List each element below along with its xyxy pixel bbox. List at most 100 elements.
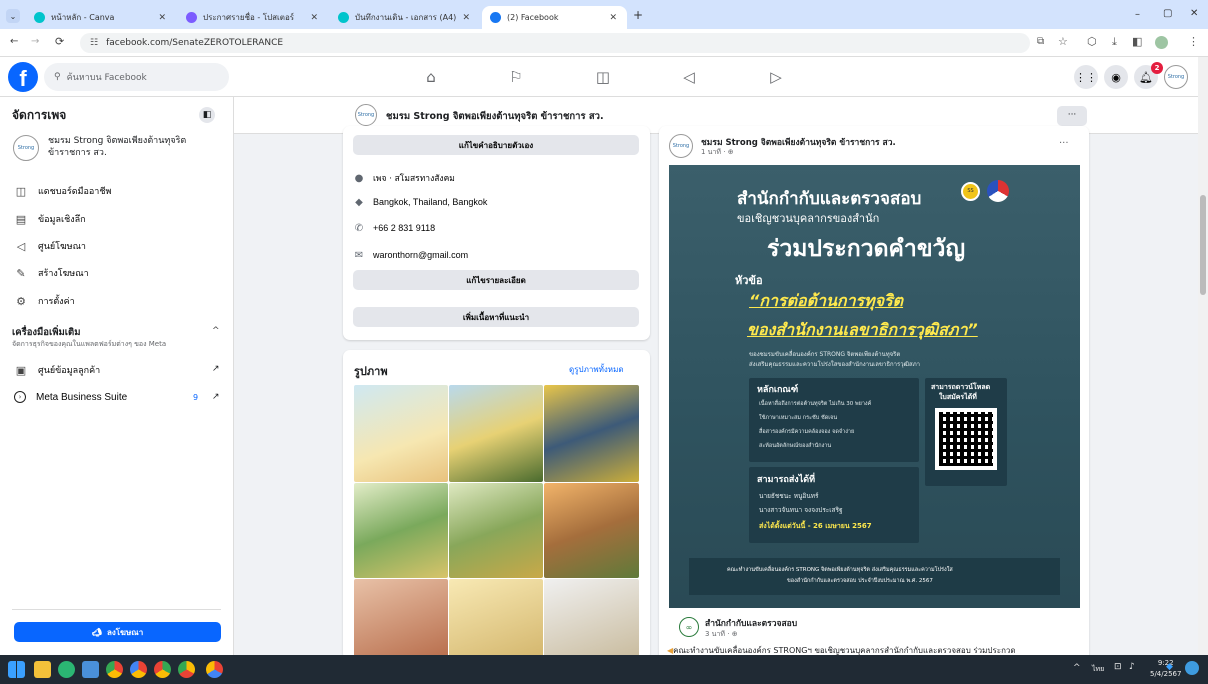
photo-thumbnail[interactable] xyxy=(354,385,448,482)
criteria-item: สะท้อนอัตลักษณ์ของสำนักงาน xyxy=(759,443,832,449)
page-avatar[interactable]: Strong xyxy=(355,104,377,126)
deadline-text: ส่งได้ตั้งแต่วันนี้ - 26 เมษายน 2567 xyxy=(759,522,872,530)
sidebar-item-insights[interactable]: ▤ ข้อมูลเชิงลึก xyxy=(14,212,86,226)
browser-tab-poster[interactable]: ประกาศรายชื่อ - โปสเตอร์ ✕ xyxy=(178,6,328,29)
home-nav-icon[interactable]: ⌂ xyxy=(420,66,442,88)
sidebar-item-ad-center[interactable]: ◁ ศูนย์โฆษณา xyxy=(14,239,86,253)
promote-button[interactable]: 📣︎ ลงโฆษณา xyxy=(14,622,221,642)
shared-avatar[interactable]: ∞ xyxy=(679,617,699,637)
browser-menu-icon[interactable]: ⋮ xyxy=(1188,35,1199,48)
menu-grid-icon[interactable]: ⋮⋮ xyxy=(1074,65,1098,89)
page-avatar[interactable]: Strong xyxy=(13,135,39,161)
profile-icon[interactable] xyxy=(1155,36,1168,49)
messenger-icon[interactable]: ◉ xyxy=(1104,65,1128,89)
shared-author[interactable]: สำนักกำกับและตรวจสอบ xyxy=(705,616,797,630)
flag-nav-icon[interactable]: ⚐ xyxy=(505,66,527,88)
page-name[interactable]: ชมรม Strong จิตพอเพียงต้านทุจริต ข้าราชก… xyxy=(48,135,186,159)
back-icon[interactable]: ← xyxy=(10,36,18,47)
add-featured-button[interactable]: เพิ่มเนื้อหาที่แนะนำ xyxy=(353,307,639,327)
chrome-icon[interactable] xyxy=(106,661,123,678)
page-name-line1: ชมรม Strong จิตพอเพียงต้านทุจริต xyxy=(48,136,187,146)
edit-details-button[interactable]: แก้ไขรายละเอียด xyxy=(353,270,639,290)
file-explorer-icon[interactable] xyxy=(34,661,51,678)
browser-tab-facebook[interactable]: (2) Facebook ✕ xyxy=(482,6,627,29)
download-box: สามารถดาวน์โหลด ใบสมัครได้ที่ xyxy=(925,378,1007,486)
photo-thumbnail[interactable] xyxy=(354,483,448,578)
restore-icon[interactable]: ▢ xyxy=(1163,8,1172,19)
post-poster-image[interactable]: สำนักกำกับและตรวจสอบ SS ขอเชิญชวนบุคลากร… xyxy=(669,165,1080,608)
see-all-photos-link[interactable]: ดูรูปภาพทั้งหมด xyxy=(569,363,624,376)
close-tab-icon[interactable]: ✕ xyxy=(310,13,318,23)
page-avatar[interactable]: Strong xyxy=(1164,65,1188,89)
photo-thumbnail[interactable] xyxy=(449,483,543,578)
page-scrollbar[interactable] xyxy=(1198,57,1208,655)
store-icon[interactable] xyxy=(82,661,99,678)
forward-icon[interactable]: → xyxy=(31,36,39,47)
site-info-icon[interactable]: ☷ xyxy=(90,38,98,48)
tray-chevron-icon[interactable]: ^ xyxy=(1073,663,1081,673)
address-bar[interactable]: ☷ facebook.com/SenateZEROTOLERANCE xyxy=(80,33,1030,53)
search-placeholder: ค้นหาบน Facebook xyxy=(66,73,147,83)
sidebar-item-dashboard[interactable]: ◫ แดชบอร์ดมืออาชีพ xyxy=(14,184,112,198)
page-avatar[interactable]: Strong xyxy=(669,134,693,158)
photo-thumbnail[interactable] xyxy=(354,579,448,660)
dashboard-icon: ◫ xyxy=(15,184,27,198)
qr-code-icon[interactable] xyxy=(935,408,997,470)
video-nav-icon[interactable]: ▷ xyxy=(765,66,787,88)
chrome-profile-icon[interactable] xyxy=(178,661,195,678)
photo-thumbnail[interactable] xyxy=(449,385,543,482)
phone-text: +66 2 831 9118 xyxy=(373,223,436,233)
photo-thumbnail[interactable] xyxy=(544,385,639,482)
globe-icon: ⊕ xyxy=(731,630,738,638)
chrome-profile-icon[interactable] xyxy=(130,661,147,678)
photo-thumbnail[interactable] xyxy=(544,483,639,578)
collapse-sidebar-icon[interactable]: ◧ xyxy=(199,107,215,123)
extensions-icon[interactable]: ⬡ xyxy=(1087,35,1097,48)
sidebar-item-create-ad[interactable]: ✎ สร้างโฆษณา xyxy=(14,266,88,280)
notification-center-icon[interactable]: ◆ xyxy=(1166,662,1173,672)
weather-icon[interactable] xyxy=(1185,661,1199,675)
browser-tab-bar: ⌄ หน้าหลัก - Canva ✕ ประกาศรายชื่อ - โปส… xyxy=(0,0,1208,29)
photo-thumbnail[interactable] xyxy=(544,579,639,660)
volume-icon[interactable]: ♪ xyxy=(1129,662,1135,672)
edge-browser-icon[interactable] xyxy=(58,661,75,678)
close-window-icon[interactable]: ✕ xyxy=(1190,8,1198,19)
insights-nav-icon[interactable]: ◫ xyxy=(592,66,614,88)
senate-emblem-icon xyxy=(987,180,1009,202)
windows-taskbar: ^ ไทย ⊡ ♪ 9:22 5/4/2567 ◆ xyxy=(0,655,1208,684)
browser-tab-canva-home[interactable]: หน้าหลัก - Canva ✕ xyxy=(26,6,176,29)
download-icon[interactable]: ⤓ xyxy=(1112,35,1117,49)
criteria-item: เนื้อหาสื่อถึงการต่อต้านทุจริต ไม่เกิน 3… xyxy=(759,401,872,407)
sidebar-item-customer-info[interactable]: ▣ ศูนย์ข้อมูลลูกค้า xyxy=(14,363,100,377)
photo-thumbnail[interactable] xyxy=(449,579,543,660)
input-language[interactable]: ไทย xyxy=(1092,664,1104,675)
new-tab-button[interactable]: + xyxy=(633,8,643,22)
chevron-up-icon[interactable]: ^ xyxy=(212,326,220,336)
page-more-button[interactable]: ··· xyxy=(1057,106,1087,126)
facebook-search-input[interactable]: ⚲ ค้นหาบน Facebook xyxy=(44,63,229,91)
close-tab-icon[interactable]: ✕ xyxy=(609,13,617,23)
post-more-icon[interactable]: ··· xyxy=(1059,138,1069,149)
megaphone-nav-icon[interactable]: ◁ xyxy=(678,66,700,88)
more-tools-subtitle: จัดการธุรกิจของคุณในแพลตฟอร์มต่างๆ ของ M… xyxy=(12,340,167,348)
bookmark-star-icon[interactable]: ☆ xyxy=(1058,35,1068,48)
close-tab-icon[interactable]: ✕ xyxy=(158,13,166,23)
meta-business-badge: 9 xyxy=(193,393,199,402)
close-tab-icon[interactable]: ✕ xyxy=(462,13,470,23)
cast-icon[interactable]: ⧉ xyxy=(1037,36,1044,47)
tab-search-button[interactable]: ⌄ xyxy=(6,9,20,23)
edit-bio-button[interactable]: แก้ไขคำอธิบายตัวเอง xyxy=(353,135,639,155)
sidebar-item-settings[interactable]: ⚙ การตั้งค่า xyxy=(14,294,75,308)
minimize-icon[interactable]: – xyxy=(1135,9,1140,20)
scrollbar-thumb[interactable] xyxy=(1200,195,1206,295)
facebook-logo-icon[interactable]: f xyxy=(8,62,38,92)
reload-icon[interactable]: ⟳ xyxy=(55,35,64,48)
browser-tab-document[interactable]: บันทึกงานเดิน - เอกสาร (A4) ✕ xyxy=(330,6,480,29)
sidebar-item-label: การตั้งค่า xyxy=(38,297,75,307)
sidebar-item-meta-business-suite[interactable]: › Meta Business Suite xyxy=(14,391,127,403)
chrome-profile-icon[interactable] xyxy=(206,661,223,678)
network-icon[interactable]: ⊡ xyxy=(1114,662,1122,672)
chrome-profile-icon[interactable] xyxy=(154,661,171,678)
sidepanel-icon[interactable]: ◧ xyxy=(1132,35,1142,48)
windows-start-icon[interactable] xyxy=(8,661,25,678)
